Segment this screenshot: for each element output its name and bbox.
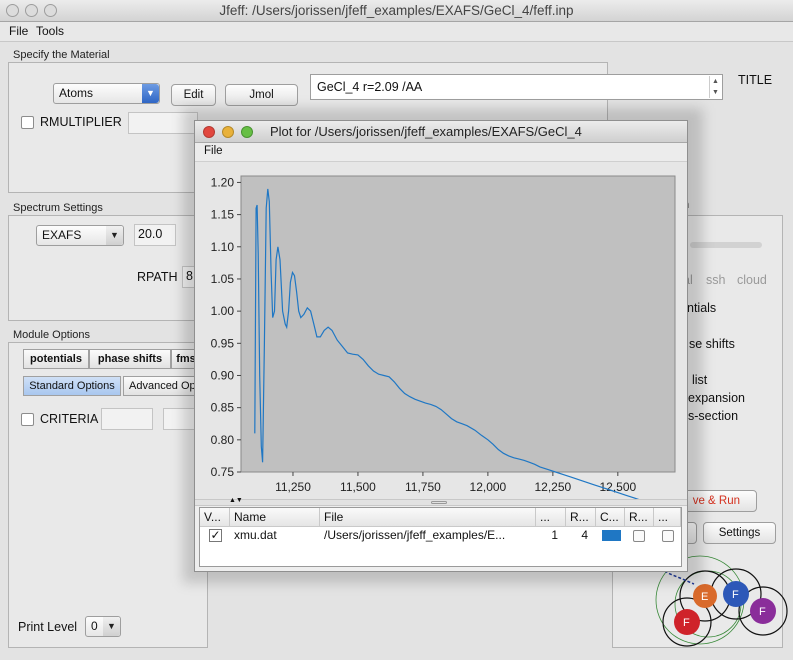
title-input[interactable]: GeCl_4 r=2.09 /AA ▲ ▼ — [310, 74, 723, 100]
input-type-select[interactable]: Atoms ▼ — [53, 83, 160, 104]
column-header[interactable]: R... — [566, 508, 596, 527]
run-mode-ssh[interactable]: ssh — [706, 273, 725, 287]
y-tick-label: 1.05 — [211, 272, 235, 286]
column-header[interactable]: V... — [200, 508, 230, 527]
table-row[interactable]: ✓ xmu.dat /Users/jorissen/jfeff_examples… — [200, 527, 681, 545]
svg-text:E: E — [701, 591, 708, 603]
criteria-checkbox[interactable] — [21, 413, 34, 426]
plot-menu-file[interactable]: File — [204, 145, 223, 157]
chevron-down-icon: ▼ — [142, 84, 159, 103]
column-header[interactable]: C... — [596, 508, 625, 527]
dataset-table: V... Name File ... R... C... R... ... ✓ … — [199, 507, 682, 567]
column-header[interactable]: R... — [625, 508, 654, 527]
plot-window-title: Plot for /Users/jorissen/jfeff_examples/… — [270, 124, 582, 139]
x-tick-label: 12,500 — [599, 480, 636, 494]
title-scroll-arrows-icon[interactable]: ▲ ▼ — [709, 76, 721, 98]
column-header[interactable]: Name — [230, 508, 320, 527]
rpath-label: RPATH — [137, 270, 178, 284]
svg-text:F: F — [759, 606, 766, 618]
menu-bar: File Tools — [0, 22, 793, 42]
menu-tools[interactable]: Tools — [36, 24, 64, 38]
x-tick-label: 12,000 — [470, 480, 507, 494]
print-level-label: Print Level — [18, 620, 78, 634]
rmultiplier-label: RMULTIPLIER — [40, 115, 122, 129]
split-pane-divider[interactable]: ▲▼ — [195, 497, 687, 506]
row-col4: 1 — [551, 528, 558, 542]
plot-area: 0.75 0.80 0.85 0.90 0.95 1.00 1.05 1.10 1.15 1.20… — [195, 162, 687, 507]
column-header[interactable]: File — [320, 508, 536, 527]
x-tick-label: 12,250 — [535, 480, 572, 494]
x-tick-label: 11,750 — [405, 480, 441, 494]
chevron-down-icon: ▼ — [103, 617, 120, 636]
y-tick-label: 0.80 — [211, 433, 235, 447]
spectrum-value-field[interactable]: 20.0 — [134, 224, 176, 246]
module-section-label: Module Options — [13, 329, 91, 341]
x-tick-label: 11,250 — [275, 480, 311, 494]
criteria-field-1[interactable] — [101, 408, 153, 430]
row-checkbox-r[interactable] — [633, 530, 645, 542]
column-header[interactable]: ... — [536, 508, 566, 527]
x-tick-label: 11,500 — [340, 480, 376, 494]
y-tick-label: 1.15 — [211, 208, 235, 222]
y-tick-label: 1.20 — [211, 175, 235, 189]
row-color-swatch[interactable] — [602, 530, 621, 541]
divider-grip-icon[interactable] — [431, 501, 447, 504]
settings-button[interactable]: Settings — [703, 522, 776, 544]
svg-text:F: F — [732, 589, 739, 601]
material-section-label: Specify the Material — [13, 49, 110, 61]
minimize-window-icon[interactable] — [222, 126, 234, 138]
y-tick-label: 0.90 — [211, 368, 235, 382]
tab-potentials[interactable]: potentials — [23, 349, 89, 369]
close-window-icon[interactable] — [203, 126, 215, 138]
visible-checkbox[interactable]: ✓ — [209, 529, 222, 542]
rmultiplier-checkbox[interactable] — [21, 116, 34, 129]
y-tick-label: 1.00 — [211, 304, 235, 318]
tab-standard-options[interactable]: Standard Options — [23, 376, 121, 396]
svg-text:F: F — [683, 617, 690, 629]
zoom-window-icon[interactable] — [241, 126, 253, 138]
plot-window: Plot for /Users/jorissen/jfeff_examples/… — [194, 120, 688, 572]
column-header[interactable]: ... — [654, 508, 681, 527]
print-level-select[interactable]: 0 ▼ — [85, 616, 121, 637]
title-label: TITLE — [738, 73, 773, 87]
run-mode-cloud[interactable]: cloud — [737, 273, 767, 287]
window-title: Jfeff: /Users/jorissen/jfeff_examples/EX… — [219, 3, 574, 18]
plot-window-titlebar: Plot for /Users/jorissen/jfeff_examples/… — [195, 121, 687, 143]
tab-phase-shifts[interactable]: phase shifts — [89, 349, 171, 369]
title-bar: Jfeff: /Users/jorissen/jfeff_examples/EX… — [0, 0, 793, 22]
menu-file[interactable]: File — [9, 24, 28, 38]
xmu-chart: 0.75 0.80 0.85 0.90 0.95 1.00 1.05 1.10 1.15 1.20… — [211, 175, 676, 507]
y-tick-label: 0.85 — [211, 401, 235, 415]
row-col5: 4 — [581, 528, 588, 542]
spectrum-section-label: Spectrum Settings — [13, 202, 103, 214]
jmol-button[interactable]: Jmol — [225, 84, 298, 106]
edit-button[interactable]: Edit — [171, 84, 216, 106]
y-tick-label: 0.75 — [211, 465, 235, 479]
spectrum-type-select[interactable]: EXAFS ▼ — [36, 225, 124, 246]
plot-background — [240, 175, 676, 473]
row-name: xmu.dat — [234, 528, 277, 542]
y-tick-label: 0.95 — [211, 336, 235, 350]
y-tick-label: 1.10 — [211, 240, 235, 254]
chevron-down-icon: ▼ — [106, 226, 123, 245]
plot-menu-bar: File — [195, 143, 687, 162]
criteria-label: CRITERIA — [40, 412, 99, 426]
row-checkbox-extra[interactable] — [662, 530, 674, 542]
row-file: /Users/jorissen/jfeff_examples/E... — [324, 528, 506, 542]
